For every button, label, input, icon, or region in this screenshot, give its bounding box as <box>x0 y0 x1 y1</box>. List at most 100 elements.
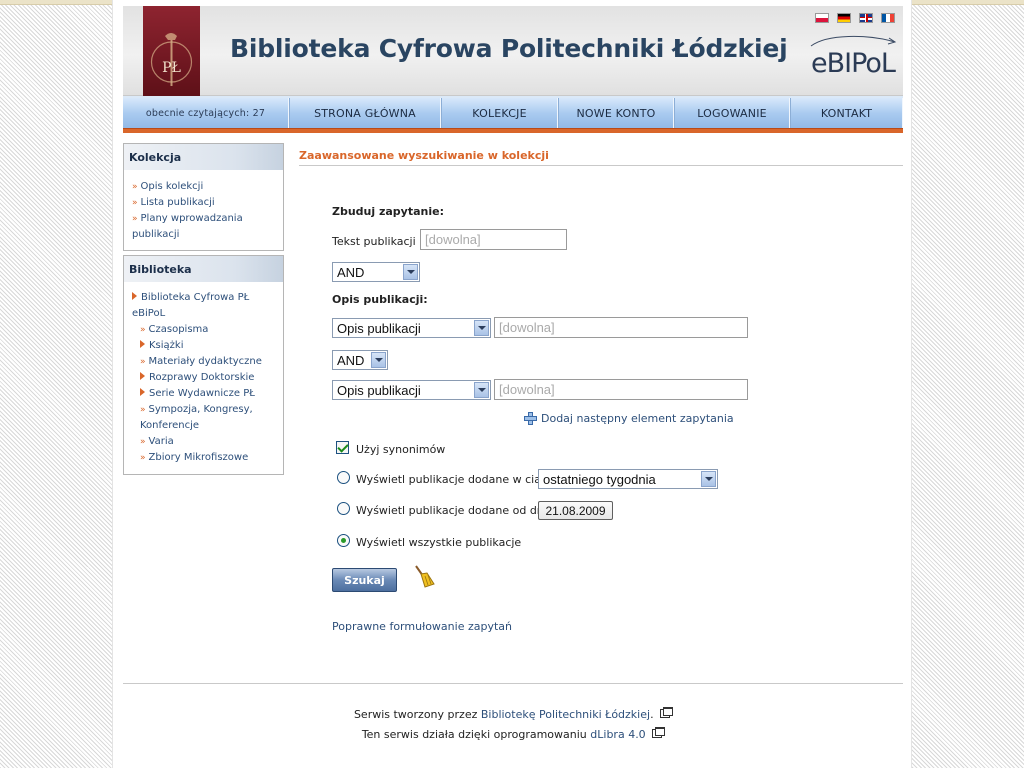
nav-login[interactable]: LOGOWANIE <box>674 98 790 128</box>
university-logo[interactable]: PŁ <box>143 6 200 96</box>
raquo-icon: » <box>132 198 138 208</box>
sidebar-item-microfiche[interactable]: » Zbiory Mikrofiszowe <box>132 450 278 466</box>
checkbox-checked-icon[interactable] <box>336 441 349 454</box>
broom-clear-icon[interactable] <box>413 564 435 588</box>
sidebar-item-books[interactable]: Książki <box>132 338 278 354</box>
main-navigation: obecnie czytających: 27 STRONA GŁÓWNA KO… <box>123 96 903 128</box>
external-link-icon[interactable] <box>660 707 674 718</box>
field-select-1-value: Opis publikacji <box>337 320 421 336</box>
footer-divider <box>123 683 903 684</box>
query-help-link[interactable]: Poprawne formułowanie zapytań <box>332 620 512 633</box>
page-title: Zaawansowane wyszukiwanie w kolekcji <box>299 149 903 166</box>
radio-checked-icon[interactable] <box>337 534 350 547</box>
footer-text-1: Serwis tworzony przez <box>353 708 478 721</box>
polish-flag-icon[interactable] <box>815 13 829 23</box>
chevron-down-icon[interactable] <box>403 264 418 280</box>
use-synonyms-checkbox[interactable] <box>336 441 349 454</box>
operator-select-1-value: AND <box>337 264 365 280</box>
ebipol-brand-text: eBIPoL <box>811 48 896 79</box>
date-picker-button[interactable]: 21.08.2009 <box>538 501 613 520</box>
publication-description-label: Opis publikacji: <box>332 293 428 306</box>
footer-line-2: Ten serwis działa dzięki oprogramowaniu … <box>113 727 913 741</box>
french-flag-icon[interactable] <box>881 13 895 23</box>
field-input-1[interactable]: [dowolna] <box>494 317 748 338</box>
raquo-icon: » <box>140 405 146 415</box>
radio-period-label: Wyświetl publikacje dodane w ciągu <box>356 473 555 486</box>
add-query-element-link[interactable]: Dodaj następny element zapytania <box>541 412 734 425</box>
radio-period[interactable] <box>337 471 350 484</box>
nav-home[interactable]: STRONA GŁÓWNA <box>289 98 441 128</box>
external-link-icon[interactable] <box>652 727 666 738</box>
search-button[interactable]: Szukaj <box>332 568 397 592</box>
sidebar-item-teaching-materials[interactable]: » Materiały dydaktyczne <box>132 354 278 370</box>
expand-triangle-icon <box>140 372 145 380</box>
use-synonyms-label: Użyj synonimów <box>356 443 446 456</box>
radio-all-label: Wyświetl wszystkie publikacje <box>356 536 522 549</box>
radio-unchecked-icon[interactable] <box>337 502 350 515</box>
field-select-2[interactable]: Opis publikacji <box>332 380 491 400</box>
sidebar-library-box: Biblioteka Biblioteka Cyfrowa PŁ eBiPoL … <box>123 255 284 475</box>
sidebar-item-conferences[interactable]: » Sympozja, Kongresy, Konferencje <box>132 402 278 434</box>
raquo-icon: » <box>132 214 138 224</box>
nav-new-account[interactable]: NOWE KONTO <box>558 98 674 128</box>
footer-library-link[interactable]: Bibliotekę Politechniki Łódzkiej <box>481 708 650 721</box>
readers-count: obecnie czytających: 27 <box>123 98 289 128</box>
sidebar-item-publication-list[interactable]: » Lista publikacji <box>132 195 278 211</box>
radio-since-label: Wyświetl publikacje dodane od dnia <box>356 504 554 517</box>
chevron-down-icon[interactable] <box>474 382 489 398</box>
logo-letters: PŁ <box>162 60 181 76</box>
operator-select-2[interactable]: AND <box>332 350 388 370</box>
radio-unchecked-icon[interactable] <box>337 471 350 484</box>
english-flag-icon[interactable] <box>859 13 873 23</box>
sidebar-item-varia[interactable]: » Varia <box>132 434 278 450</box>
sidebar-collection-box: Kolekcja » Opis kolekcji » Lista publikacj… <box>123 143 284 251</box>
language-flags <box>815 13 895 23</box>
chevron-down-icon[interactable] <box>371 352 386 368</box>
raquo-icon: » <box>132 182 138 192</box>
footer-dlibra-link[interactable]: dLibra 4.0 <box>590 728 645 741</box>
sidebar-item-library-root[interactable]: Biblioteka Cyfrowa PŁ eBiPoL <box>132 290 278 322</box>
chevron-down-icon[interactable] <box>474 320 489 336</box>
text-publication-label: Tekst publikacji : <box>332 235 423 248</box>
raquo-icon: » <box>140 325 146 335</box>
nav-underline <box>123 128 903 133</box>
raquo-icon: » <box>140 357 146 367</box>
expand-triangle-icon <box>140 340 145 348</box>
site-header: PŁ Biblioteka Cyfrowa Politechniki Łódzk… <box>123 6 903 96</box>
sidebar-collection-list: » Opis kolekcji » Lista publikacji » Plany … <box>124 170 283 248</box>
sidebar-library-list: Biblioteka Cyfrowa PŁ eBiPoL » Czasopisma… <box>124 282 283 471</box>
site-title[interactable]: Biblioteka Cyfrowa Politechniki Łódzkiej <box>230 34 788 63</box>
radio-all[interactable] <box>337 534 350 547</box>
footer-period: . <box>650 708 654 721</box>
period-select[interactable]: ostatniego tygodnia <box>538 469 718 489</box>
period-select-value: ostatniego tygodnia <box>543 471 656 487</box>
ebipol-logo[interactable]: eBIPoL <box>807 32 899 80</box>
raquo-icon: » <box>140 453 146 463</box>
sidebar-item-publishing-series[interactable]: Serie Wydawnicze PŁ <box>132 386 278 402</box>
sidebar-item-publication-plans[interactable]: » Plany wprowadzania publikacji <box>132 211 278 243</box>
sidebar-item-collection-description[interactable]: » Opis kolekcji <box>132 179 278 195</box>
field-select-2-value: Opis publikacji <box>337 382 421 398</box>
expand-triangle-icon <box>140 388 145 396</box>
sidebar-item-dissertations[interactable]: Rozprawy Doktorskie <box>132 370 278 386</box>
chevron-down-icon[interactable] <box>701 471 716 487</box>
build-query-label: Zbuduj zapytanie: <box>332 205 444 218</box>
nav-contact[interactable]: KONTAKT <box>790 98 903 128</box>
raquo-icon: » <box>140 437 146 447</box>
german-flag-icon[interactable] <box>837 13 851 23</box>
field-select-1[interactable]: Opis publikacji <box>332 318 491 338</box>
sidebar-item-journals[interactable]: » Czasopisma <box>132 322 278 338</box>
expand-triangle-icon <box>132 292 137 300</box>
publication-text-input[interactable]: [dowolna] <box>420 229 567 250</box>
nav-collections[interactable]: KOLEKCJE <box>441 98 558 128</box>
footer-line-1: Serwis tworzony przez Bibliotekę Politec… <box>113 707 913 721</box>
radio-since[interactable] <box>337 502 350 515</box>
footer-text-2: Ten serwis działa dzięki oprogramowaniu <box>361 728 587 741</box>
field-input-2[interactable]: [dowolna] <box>494 379 748 400</box>
university-emblem-icon: PŁ <box>150 33 193 86</box>
sidebar-library-title: Biblioteka <box>124 256 283 282</box>
operator-select-1[interactable]: AND <box>332 262 420 282</box>
sidebar-collection-title: Kolekcja <box>124 144 283 170</box>
plus-icon <box>524 412 537 425</box>
add-query-element[interactable]: Dodaj następny element zapytania <box>524 412 734 425</box>
